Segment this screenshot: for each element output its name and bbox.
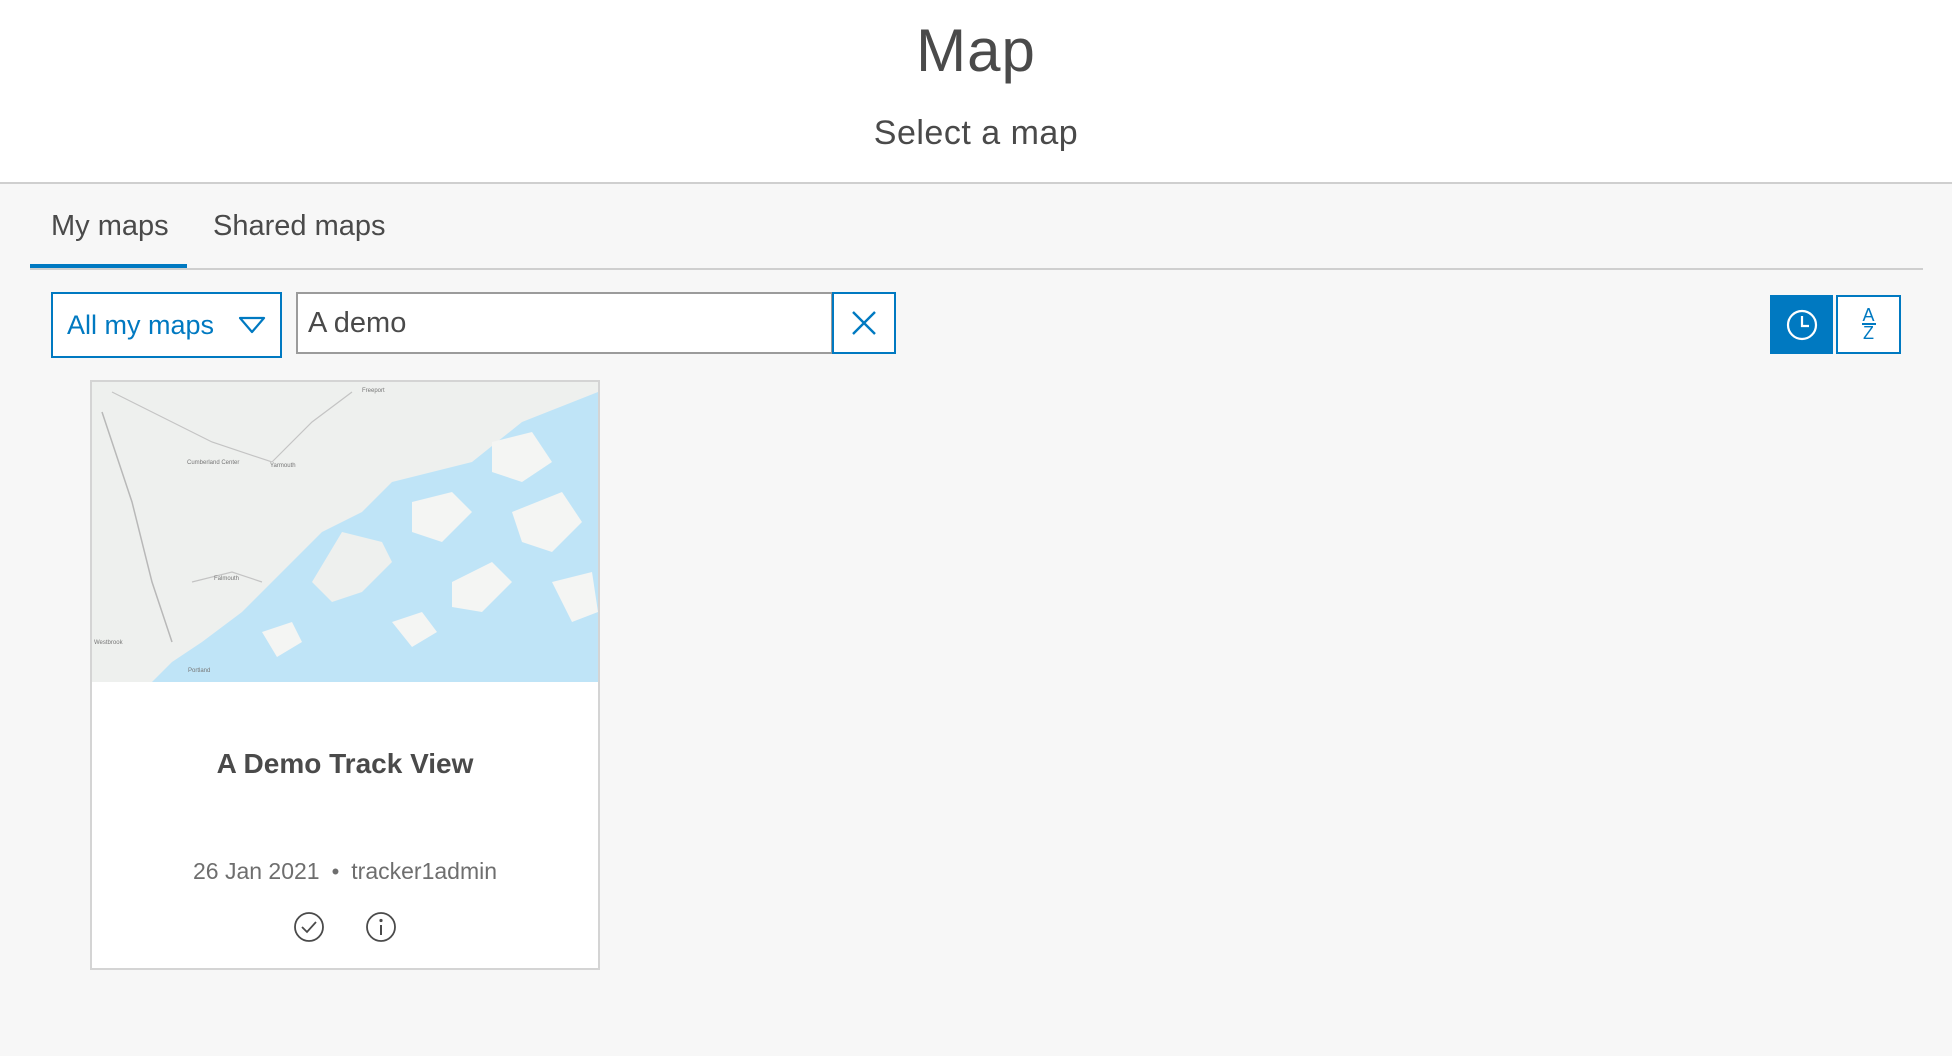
map-filter-dropdown[interactable]: All my maps — [51, 292, 282, 358]
page-subtitle: Select a map — [873, 114, 1079, 152]
close-icon — [852, 311, 876, 335]
map-label-cumberland: Cumberland Center — [187, 460, 239, 466]
page-header: Map Select a map — [0, 0, 1952, 184]
select-map-button[interactable] — [292, 910, 326, 944]
info-icon — [366, 912, 396, 942]
map-card-meta: 26 Jan 2021 • tracker1admin — [92, 858, 598, 885]
map-label-portland: Portland — [188, 668, 210, 674]
tab-bar: My maps Shared maps — [30, 184, 1923, 270]
sort-alphabetical-button[interactable]: A Z — [1836, 295, 1901, 354]
map-thumbnail: Freeport Cumberland Center Yarmouth Falm… — [92, 382, 598, 682]
active-tab-indicator — [30, 264, 187, 268]
tab-my-maps[interactable]: My maps — [51, 210, 169, 243]
tab-shared-maps[interactable]: Shared maps — [213, 210, 386, 243]
map-card-title: A Demo Track View — [216, 748, 474, 779]
map-label-freeport: Freeport — [362, 388, 385, 394]
map-label-falmouth: Falmouth — [214, 576, 239, 582]
map-card-owner: tracker1admin — [351, 858, 498, 884]
sort-by-date-button[interactable] — [1770, 295, 1833, 354]
map-card-date: 26 Jan 2021 — [192, 858, 320, 884]
map-thumbnail-image: Freeport Cumberland Center Yarmouth Falm… — [92, 382, 598, 682]
sort-alpha-top-label: A — [1862, 305, 1875, 325]
map-card-actions — [92, 910, 598, 944]
search-input[interactable] — [296, 292, 833, 354]
chevron-down-icon — [238, 316, 266, 334]
map-filter-value: All my maps — [67, 310, 215, 340]
map-label-yarmouth: Yarmouth — [270, 463, 296, 469]
sort-alpha-bottom-label: Z — [1863, 323, 1874, 343]
check-circle-icon — [294, 912, 324, 942]
map-card[interactable]: Freeport Cumberland Center Yarmouth Falm… — [90, 380, 600, 970]
map-label-westbrook: Westbrook — [94, 640, 124, 646]
separator-dot: • — [331, 859, 340, 884]
page-title: Map — [916, 17, 1036, 84]
clock-icon — [1786, 309, 1817, 340]
clear-search-button[interactable] — [832, 292, 896, 354]
map-info-button[interactable] — [364, 910, 398, 944]
